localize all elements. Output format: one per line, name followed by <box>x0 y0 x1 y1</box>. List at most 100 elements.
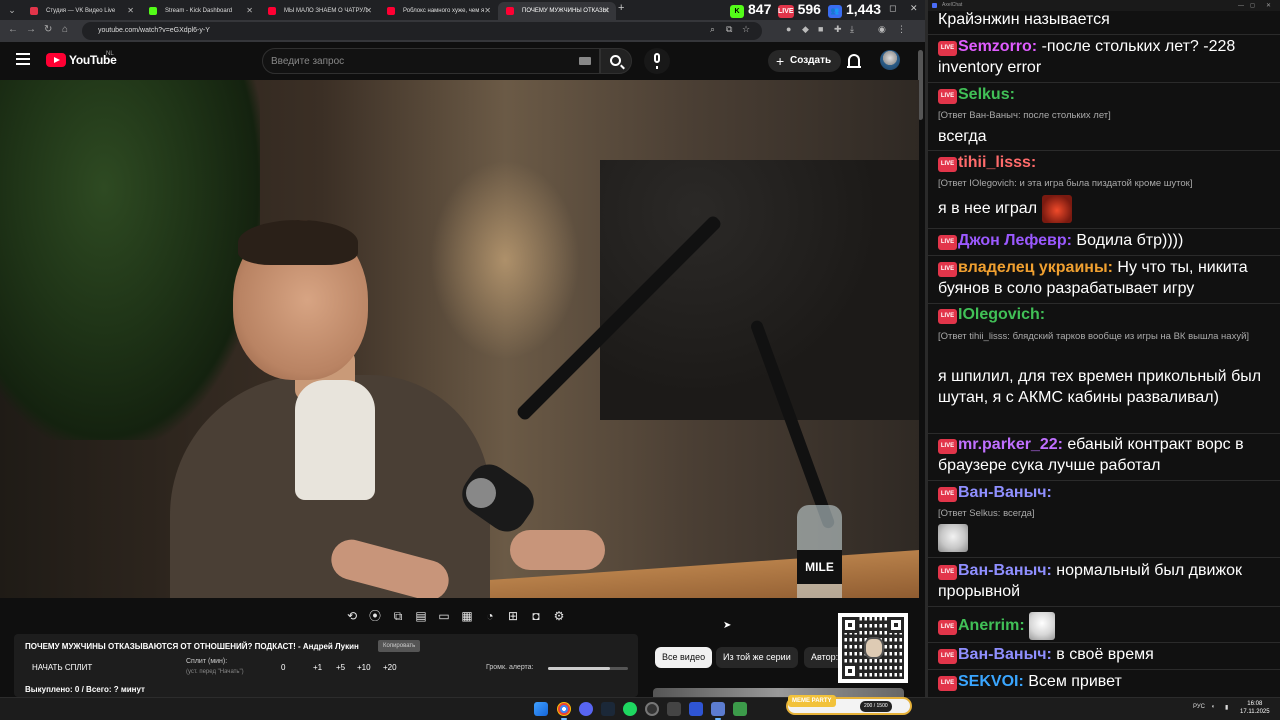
tab-youtube-podcast[interactable]: ПОЧЕМУ МУЖЧИНЫ ОТКАЗЫ ✕ <box>498 2 616 20</box>
close-tab-icon[interactable]: ✕ <box>127 2 134 20</box>
new-tab-button[interactable]: + <box>618 2 624 14</box>
aspect-ratio-icon[interactable]: ▭ <box>435 607 453 625</box>
tab-search-icon[interactable]: ⌄ <box>4 3 20 17</box>
close-tab-icon[interactable]: ✕ <box>484 2 491 20</box>
zoom-icon[interactable]: ⌕ <box>710 24 715 35</box>
discord-icon[interactable] <box>579 702 593 716</box>
chat-message: LIVE Джон Лефевр: Водила бтр)))) <box>938 231 1268 252</box>
windows-start-icon[interactable] <box>534 702 548 716</box>
youtube-logo-icon[interactable] <box>46 53 66 67</box>
keyboard-language[interactable]: РУС <box>1193 704 1205 710</box>
audio-wave-icon[interactable]: ⦿ <box>366 607 384 625</box>
video-player[interactable]: MILE <box>0 80 919 598</box>
loop-icon[interactable]: ⟲ <box>343 607 361 625</box>
close-tab-icon[interactable]: ✕ <box>365 2 372 20</box>
chat-nickname[interactable]: Selkus: <box>958 86 1015 103</box>
add-to-queue-icon[interactable]: ⊞ <box>504 607 522 625</box>
create-button[interactable]: + Создать <box>768 50 842 72</box>
minimize-icon[interactable]: ◻ <box>889 3 896 14</box>
notifications-bell-icon[interactable] <box>847 54 861 68</box>
close-tab-icon[interactable]: ✕ <box>603 2 610 20</box>
kick-viewer-counter: K 847 <box>730 1 771 18</box>
chat-nickname[interactable]: владелец украины: <box>958 259 1113 276</box>
search-button[interactable] <box>600 48 632 74</box>
copy-button[interactable]: Копировать <box>378 640 421 652</box>
qr-finder <box>888 617 904 633</box>
download-icon[interactable]: ⤓ <box>850 24 854 35</box>
create-label: Создать <box>790 55 832 66</box>
split-add-20-button[interactable]: +20 <box>383 663 397 672</box>
screenshot-camera-icon[interactable]: ◘ <box>527 607 545 625</box>
split-add-10-button[interactable]: +10 <box>357 663 371 672</box>
home-icon[interactable]: ⌂ <box>62 24 68 35</box>
chat-nickname[interactable]: Ван-Ваныч: <box>958 484 1052 501</box>
chat-divider <box>928 557 1280 558</box>
tab-vk-studio[interactable]: Студия — VK Видео Live ✕ <box>22 2 140 20</box>
volume-icon[interactable]: ◖ <box>1211 704 1215 710</box>
qr-finder <box>842 617 858 633</box>
back-icon[interactable]: ← <box>8 24 18 35</box>
steam-icon[interactable] <box>601 702 615 716</box>
voice-search-button[interactable] <box>644 48 670 74</box>
spotify-icon[interactable] <box>623 702 637 716</box>
chip-same-series[interactable]: Из той же серии <box>716 647 798 668</box>
avatar[interactable] <box>880 50 900 70</box>
profile-icon[interactable]: ◉ <box>878 24 886 35</box>
chat-nickname[interactable]: Джон Лефевр: <box>958 232 1072 249</box>
emote-cat-icon <box>1029 612 1056 640</box>
extension-icon[interactable]: ● <box>786 24 791 34</box>
network-icon[interactable]: ▮ <box>1225 704 1228 711</box>
video-thumbnail[interactable] <box>653 688 904 697</box>
alert-volume-slider[interactable] <box>548 667 628 670</box>
close-tab-icon[interactable]: ✕ <box>246 2 253 20</box>
reload-icon[interactable]: ↻ <box>44 24 52 35</box>
extension-icon[interactable]: ◆ <box>802 24 809 35</box>
cinema-mode-icon[interactable]: ▦ <box>458 607 476 625</box>
axelchat-taskbar-icon[interactable] <box>711 702 725 720</box>
vk-live-badge-icon: LIVE <box>938 309 957 324</box>
tab-kick-dashboard[interactable]: Stream - Kick Dashboard ✕ <box>141 2 259 20</box>
screen-record-icon[interactable]: ⧉ <box>389 607 407 625</box>
chip-all-videos[interactable]: Все видео <box>655 647 713 668</box>
system-clock[interactable]: 16:08 17.11.2025 <box>1240 700 1270 716</box>
cast-icon[interactable]: ⧉ <box>726 24 732 35</box>
chat-nickname[interactable]: Anerrim: <box>958 617 1025 634</box>
clock-time: 16:08 <box>1247 701 1263 707</box>
chat-nickname[interactable]: Semzorro: <box>958 38 1037 55</box>
chat-nickname[interactable]: mr.parker_22: <box>958 436 1063 453</box>
app-icon[interactable] <box>733 702 747 716</box>
split-add-1-button[interactable]: +1 <box>313 663 322 672</box>
app-icon[interactable] <box>689 702 703 716</box>
keyboard-icon[interactable] <box>579 57 591 65</box>
microphone-icon <box>654 53 660 69</box>
chat-nickname[interactable]: SEKVOI: <box>958 673 1024 690</box>
vk-live-badge-icon: LIVE <box>938 620 957 636</box>
tab-youtube-roblox[interactable]: Роблокс намного хуже, чем я ✕ <box>379 2 497 20</box>
kick-count: 847 <box>748 1 772 17</box>
tab-youtube-chatroulette[interactable]: МЫ МАЛО ЗНАЕМ О ЧАТРУЛ ✕ <box>260 2 378 20</box>
browser-menu-icon[interactable]: ⋮ <box>897 24 906 35</box>
chat-nickname[interactable]: tihii_lisss: <box>958 154 1036 171</box>
chat-nickname[interactable]: Ван-Ваныч: <box>958 562 1052 579</box>
split-add-5-button[interactable]: +5 <box>336 663 345 672</box>
video-person-hand <box>510 530 605 570</box>
extensions-puzzle-icon[interactable]: ✚ <box>834 24 842 35</box>
bookmark-star-icon[interactable]: ☆ <box>742 24 750 35</box>
obs-icon[interactable] <box>645 702 659 716</box>
close-window-icon[interactable]: ✕ <box>910 3 918 14</box>
hamburger-menu-icon[interactable] <box>16 53 30 65</box>
speed-gauge-icon[interactable]: ◔ <box>481 607 499 625</box>
extension-icon[interactable]: ■ <box>818 24 823 34</box>
start-split-button[interactable]: НАЧАТЬ СПЛИТ <box>32 663 92 672</box>
chat-nickname[interactable]: Ван-Ваныч: <box>958 646 1052 663</box>
search-input[interactable] <box>271 49 571 73</box>
chat-nickname[interactable]: IOlegovich: <box>958 306 1045 323</box>
settings-gear-icon[interactable]: ⚙ <box>550 607 568 625</box>
url-field[interactable]: youtube.com/watch?v=eGXdpl6-y-Y <box>82 22 762 40</box>
chrome-icon[interactable] <box>557 702 571 720</box>
video-person-shirt <box>295 380 375 500</box>
film-icon[interactable]: ▤ <box>412 607 430 625</box>
forward-icon[interactable]: → <box>26 24 36 35</box>
app-icon[interactable] <box>667 702 681 716</box>
search-box[interactable] <box>262 48 600 74</box>
